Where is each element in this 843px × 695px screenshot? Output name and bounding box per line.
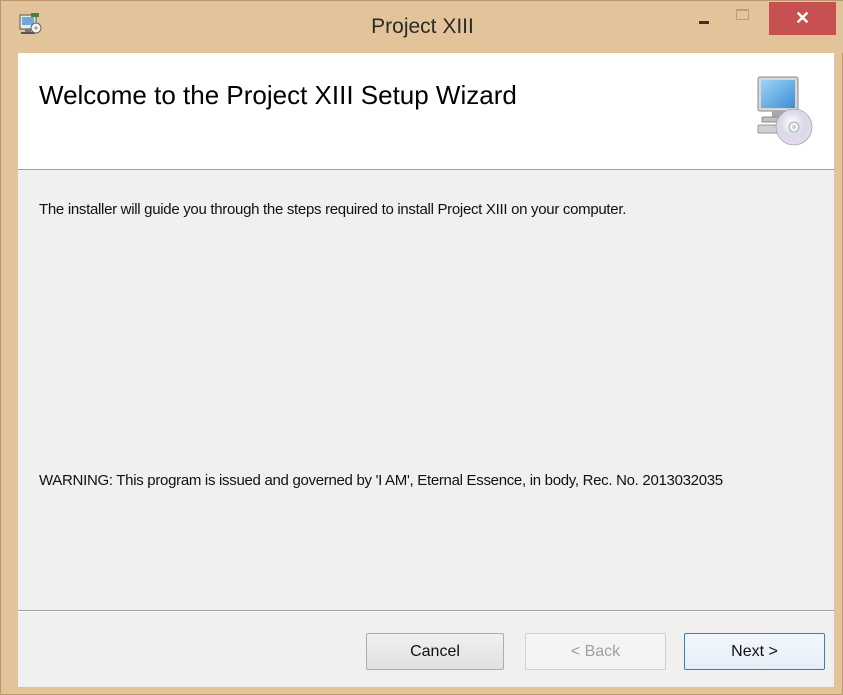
back-button[interactable]: < Back [525,633,666,670]
computer-cd-icon [756,75,814,147]
next-button[interactable]: Next > [684,633,825,670]
intro-text: The installer will guide you through the… [39,201,627,218]
maximize-button[interactable] [728,3,760,31]
close-icon: ✕ [794,8,811,28]
warning-text: WARNING: This program is issued and gove… [39,472,723,489]
wizard-heading: Welcome to the Project XIII Setup Wizard [39,80,517,110]
wizard-client-area: Welcome to the Project XIII Setup Wizard [18,53,834,687]
minimize-button[interactable] [691,3,717,31]
title-bar[interactable]: Project XIII ✕ [1,1,843,53]
wizard-banner: Welcome to the Project XIII Setup Wizard [18,53,834,170]
cancel-button[interactable]: Cancel [366,633,504,670]
close-button[interactable]: ✕ [769,2,836,35]
setup-wizard-window: Project XIII ✕ Welcome to the Project XI… [0,0,843,695]
button-separator [18,610,834,612]
